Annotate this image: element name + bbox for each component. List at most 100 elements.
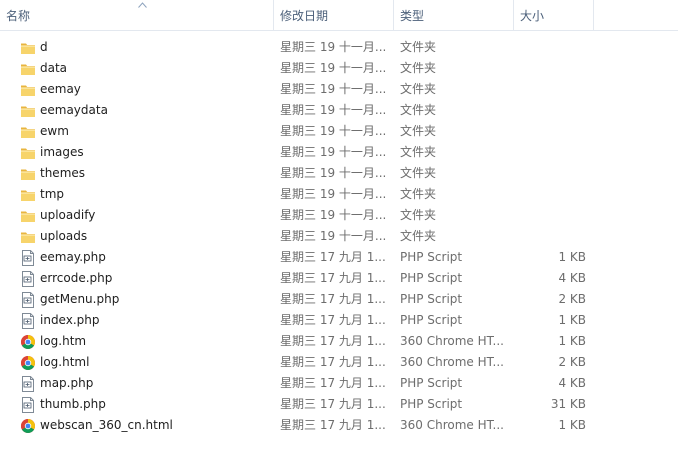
file-type: 文件夹 [400,187,437,201]
file-row[interactable]: data 星期三 19 十一月... 文件夹 [0,58,678,79]
file-row[interactable]: tmp 星期三 19 十一月... 文件夹 [0,184,678,205]
file-row[interactable]: webscan_360_cn.html 星期三 17 九月 1... 360 Chr… [0,415,678,436]
column-header-type-label: 类型 [400,9,425,23]
file-size: 4 KB [558,376,586,390]
file-modified: 星期三 17 九月 1... [280,397,386,411]
file-row[interactable]: d 星期三 19 十一月... 文件夹 [0,37,678,58]
column-header-size[interactable]: 大小 [514,0,594,30]
folder-icon [20,208,36,224]
file-row[interactable]: eemay 星期三 19 十一月... 文件夹 [0,79,678,100]
file-modified: 星期三 17 九月 1... [280,271,386,285]
column-header-size-label: 大小 [520,9,545,23]
file-modified: 星期三 17 九月 1... [280,292,386,306]
column-header-modified[interactable]: 修改日期 [274,0,394,30]
file-type: 文件夹 [400,40,437,54]
file-size [518,205,586,226]
php-file-icon [20,292,36,308]
file-modified: 星期三 17 九月 1... [280,355,386,369]
file-size [518,58,586,79]
file-row[interactable]: thumb.php 星期三 17 九月 1... PHP Script 31 KB [0,394,678,415]
file-type: 文件夹 [400,124,437,138]
file-type: PHP Script [400,292,463,306]
file-name: index.php [40,313,100,327]
file-modified: 星期三 17 九月 1... [280,418,386,432]
chrome-html-icon [20,334,36,350]
file-size [518,226,586,247]
file-row[interactable]: log.html 星期三 17 九月 1... 360 Chrome HT... 2 … [0,352,678,373]
file-modified: 星期三 19 十一月... [280,187,387,201]
file-name: log.htm [40,334,87,348]
column-header-bar: 名称 修改日期 类型 大小 [0,0,678,31]
file-row[interactable]: map.php 星期三 17 九月 1... PHP Script 4 KB [0,373,678,394]
folder-icon [20,61,36,77]
file-row[interactable]: ewm 星期三 19 十一月... 文件夹 [0,121,678,142]
file-row[interactable]: eemay.php 星期三 17 九月 1... PHP Script 1 KB [0,247,678,268]
file-size [518,184,586,205]
file-row[interactable]: log.htm 星期三 17 九月 1... 360 Chrome HT... 1 K… [0,331,678,352]
file-modified: 星期三 19 十一月... [280,145,387,159]
file-size: 31 KB [550,397,586,411]
file-row[interactable]: images 星期三 19 十一月... 文件夹 [0,142,678,163]
file-modified: 星期三 19 十一月... [280,40,387,54]
php-file-icon [20,250,36,266]
file-type: 文件夹 [400,61,437,75]
folder-icon [20,187,36,203]
folder-icon [20,229,36,245]
folder-icon [20,145,36,161]
file-size [518,142,586,163]
php-file-icon [20,376,36,392]
file-row[interactable]: getMenu.php 星期三 17 九月 1... PHP Script 2 KB [0,289,678,310]
file-modified: 星期三 17 九月 1... [280,250,386,264]
file-modified: 星期三 19 十一月... [280,82,387,96]
file-size: 1 KB [558,334,586,348]
file-name: webscan_360_cn.html [40,418,173,432]
file-type: 文件夹 [400,166,437,180]
column-header-type[interactable]: 类型 [394,0,514,30]
file-modified: 星期三 17 九月 1... [280,376,386,390]
folder-icon [20,40,36,56]
file-size [518,121,586,142]
sort-ascending-icon [138,2,147,8]
file-name: uploads [40,229,88,243]
file-row[interactable]: index.php 星期三 17 九月 1... PHP Script 1 KB [0,310,678,331]
file-type: 360 Chrome HT... [400,355,504,369]
file-name: log.html [40,355,90,369]
column-header-name-label: 名称 [6,9,31,23]
file-size [518,100,586,121]
file-modified: 星期三 19 十一月... [280,103,387,117]
file-row[interactable]: uploadify 星期三 19 十一月... 文件夹 [0,205,678,226]
file-type: PHP Script [400,271,463,285]
file-name: errcode.php [40,271,113,285]
file-name: images [40,145,84,159]
file-type: PHP Script [400,397,463,411]
file-modified: 星期三 17 九月 1... [280,313,386,327]
php-file-icon [20,397,36,413]
file-name: map.php [40,376,94,390]
folder-icon [20,124,36,140]
file-name: getMenu.php [40,292,120,306]
file-modified: 星期三 19 十一月... [280,166,387,180]
file-modified: 星期三 19 十一月... [280,124,387,138]
file-name: tmp [40,187,65,201]
file-size [518,79,586,100]
chrome-html-icon [20,418,36,434]
file-row[interactable]: themes 星期三 19 十一月... 文件夹 [0,163,678,184]
file-name: d [40,40,48,54]
file-size: 1 KB [558,250,586,264]
file-name: eemay.php [40,250,106,264]
file-type: 360 Chrome HT... [400,334,504,348]
file-type: 文件夹 [400,229,437,243]
file-name: uploadify [40,208,96,222]
file-row[interactable]: eemaydata 星期三 19 十一月... 文件夹 [0,100,678,121]
file-modified: 星期三 17 九月 1... [280,334,386,348]
column-header-name[interactable]: 名称 [0,0,274,30]
file-row[interactable]: uploads 星期三 19 十一月... 文件夹 [0,226,678,247]
file-type: 360 Chrome HT... [400,418,504,432]
file-row[interactable]: errcode.php 星期三 17 九月 1... PHP Script 4 KB [0,268,678,289]
file-size: 4 KB [558,271,586,285]
file-name: themes [40,166,86,180]
file-size: 1 KB [558,418,586,432]
folder-icon [20,103,36,119]
file-modified: 星期三 19 十一月... [280,61,387,75]
chrome-html-icon [20,355,36,371]
